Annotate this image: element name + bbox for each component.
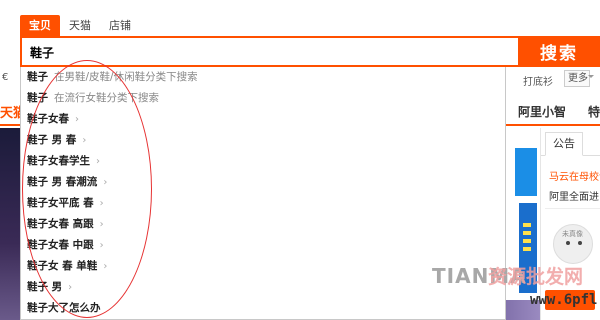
suggestion-item[interactable]: 鞋子大了怎么办 xyxy=(21,298,505,319)
suggestion-keyword: 鞋子 男 xyxy=(27,281,63,293)
notice-link[interactable]: 阿里全面进习 xyxy=(549,188,600,203)
search-input[interactable] xyxy=(30,42,500,62)
chevron-right-icon[interactable]: › xyxy=(100,240,104,251)
suggestion-keyword: 鞋子女春学生 xyxy=(27,155,90,167)
suggestion-keyword: 鞋子 男 春 xyxy=(27,134,77,146)
banner-block xyxy=(519,203,537,293)
chevron-right-icon[interactable]: › xyxy=(100,219,104,230)
tab-notice[interactable]: 公告 xyxy=(545,132,583,156)
chevron-right-icon[interactable]: › xyxy=(75,114,79,125)
center-banner-image[interactable] xyxy=(505,128,537,320)
suggestion-item[interactable]: 鞋子女平底 春 › xyxy=(21,193,505,214)
suggestion-item[interactable]: 鞋子 在流行女鞋分类下搜索 xyxy=(21,88,505,109)
hot-keyword-dadishan[interactable]: 打底衫 xyxy=(523,73,553,88)
search-suggestions: 鞋子 在男鞋/皮鞋/休闲鞋分类下搜索 鞋子 在流行女鞋分类下搜索 鞋子女春 › 鞋子 男 春… xyxy=(20,67,506,320)
chevron-right-icon[interactable]: › xyxy=(68,282,72,293)
suggestion-item[interactable]: 鞋子女春 中跟 › xyxy=(21,235,505,256)
notice-link[interactable]: 马云在母校讨 xyxy=(549,168,600,183)
suggestion-keyword: 鞋子女 春 单鞋 xyxy=(27,260,98,272)
divider xyxy=(545,208,600,209)
chevron-right-icon[interactable]: › xyxy=(100,198,104,209)
avatar-eye xyxy=(578,241,582,245)
nav-item-partial[interactable]: 特 xyxy=(588,103,600,120)
login-button[interactable] xyxy=(545,290,595,310)
suggestion-category-hint: 在流行女鞋分类下搜索 xyxy=(54,92,159,104)
tab-baobei[interactable]: 宝贝 xyxy=(20,15,60,36)
suggestion-keyword: 鞋子 xyxy=(27,92,48,104)
suggestion-keyword: 鞋子 xyxy=(27,71,48,83)
suggestion-item[interactable]: 鞋子 男 春 › xyxy=(21,130,505,151)
more-dropdown[interactable]: 更多 xyxy=(564,70,594,87)
suggestion-item[interactable]: 鞋子女 春 单鞋 › xyxy=(21,256,505,277)
avatar-caption: 未真像 xyxy=(562,230,583,238)
suggestion-keyword: 鞋子女春 高跟 xyxy=(27,218,94,230)
suggestion-keyword: 鞋子女平底 春 xyxy=(27,197,94,209)
suggestion-item[interactable]: 鞋子女春学生 › xyxy=(21,151,505,172)
chevron-down-icon xyxy=(588,75,594,81)
suggestion-keyword: 鞋子女春 xyxy=(27,113,69,125)
chevron-right-icon[interactable]: › xyxy=(96,156,100,167)
notice-tabs: 公告 xyxy=(541,132,600,156)
banner-decoration xyxy=(523,223,531,253)
suggestion-keyword: 鞋子女春 中跟 xyxy=(27,239,94,251)
suggestion-item[interactable]: 鞋子女春 高跟 › xyxy=(21,214,505,235)
suggestion-category-hint: 在男鞋/皮鞋/休闲鞋分类下搜索 xyxy=(54,71,198,83)
chevron-right-icon[interactable]: › xyxy=(103,261,107,272)
suggestion-keyword: 鞋子大了怎么办 xyxy=(27,302,101,314)
avatar: 未真像 xyxy=(553,224,593,264)
suggestion-item[interactable]: 鞋子女春 › xyxy=(21,109,505,130)
search-box xyxy=(20,36,520,67)
tab-tmall[interactable]: 天猫 xyxy=(60,15,100,36)
suggestion-keyword: 鞋子 男 春潮流 xyxy=(27,176,98,188)
suggestion-item[interactable]: 鞋子 男 › xyxy=(21,277,505,298)
chevron-right-icon[interactable]: › xyxy=(103,177,107,188)
suggestion-item[interactable]: 鞋子 在男鞋/皮鞋/休闲鞋分类下搜索 xyxy=(21,67,505,88)
nav-ali-xiaozhi[interactable]: 阿里小智 xyxy=(518,103,566,120)
search-type-tabs: 宝贝 天猫 店铺 xyxy=(20,15,140,36)
avatar-eye xyxy=(566,241,570,245)
search-button[interactable]: 搜索 xyxy=(518,36,600,67)
tab-shop[interactable]: 店铺 xyxy=(100,15,140,36)
suggestion-item[interactable]: 鞋子 男 春潮流 › xyxy=(21,172,505,193)
notice-panel: 公告 马云在母校讨 阿里全面进习 未真像 xyxy=(540,128,600,320)
banner-block xyxy=(515,148,537,196)
more-label: 更多 xyxy=(568,73,588,84)
left-banner-image xyxy=(0,128,22,320)
hot-keyword-peek[interactable]: € xyxy=(2,72,8,83)
chevron-right-icon[interactable]: › xyxy=(82,135,86,146)
